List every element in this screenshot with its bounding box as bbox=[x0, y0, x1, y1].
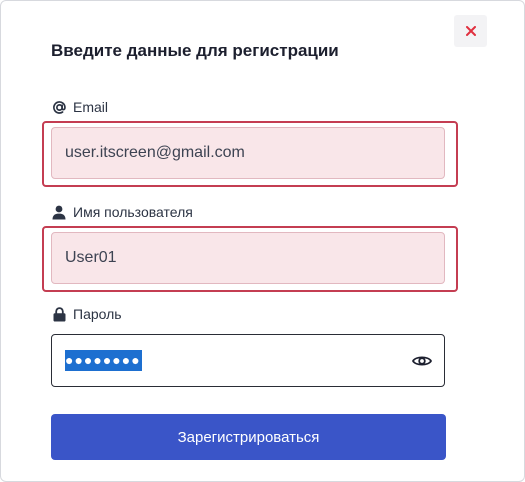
email-label-text: Email bbox=[73, 99, 109, 115]
register-button[interactable]: Зарегистрироваться bbox=[51, 414, 446, 460]
user-icon bbox=[51, 204, 67, 220]
password-field-value: ●●●●●●●● bbox=[65, 350, 142, 371]
show-password-button[interactable] bbox=[411, 350, 433, 372]
username-field[interactable]: User01 bbox=[51, 232, 445, 284]
password-field[interactable]: ●●●●●●●● bbox=[51, 334, 445, 387]
password-label: Пароль bbox=[51, 305, 122, 323]
email-label: Email bbox=[51, 98, 108, 116]
email-field[interactable]: user.itscreen@gmail.com bbox=[51, 127, 445, 179]
username-field-value: User01 bbox=[65, 249, 117, 266]
dialog-title: Введите данные для регистрации bbox=[51, 41, 339, 60]
eye-icon bbox=[412, 356, 432, 366]
username-label-text: Имя пользователя bbox=[73, 204, 193, 220]
registration-dialog: Введите данные для регистрации Email use… bbox=[0, 0, 525, 482]
password-label-text: Пароль bbox=[73, 306, 122, 322]
close-button[interactable] bbox=[454, 15, 487, 47]
close-icon bbox=[465, 26, 476, 36]
email-field-value: user.itscreen@gmail.com bbox=[65, 144, 245, 161]
lock-icon bbox=[51, 306, 67, 322]
at-icon bbox=[51, 99, 67, 115]
username-label: Имя пользователя bbox=[51, 203, 193, 221]
